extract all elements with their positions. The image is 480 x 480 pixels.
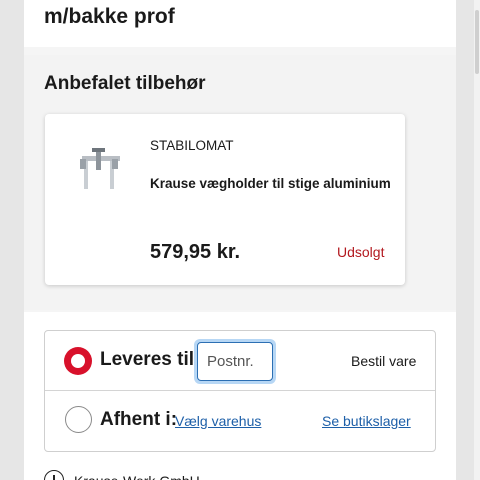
accessory-name[interactable]: Krause vægholder til stige aluminium: [150, 175, 391, 193]
postcode-field[interactable]: [194, 339, 276, 384]
accessories-heading: Anbefalet tilbehør: [44, 73, 206, 94]
product-title: m/bakke prof: [44, 5, 175, 28]
pickup-radio[interactable]: [65, 406, 92, 433]
scrollbar[interactable]: [474, 0, 480, 480]
order-item-label: Bestil vare: [351, 353, 417, 369]
deliver-label[interactable]: Leveres til:: [100, 348, 200, 372]
postcode-input[interactable]: [197, 342, 273, 381]
scrollbar-thumb[interactable]: [475, 10, 479, 74]
pickup-label[interactable]: Afhent i:: [100, 408, 177, 432]
see-store-stock-link[interactable]: Se butikslager: [322, 412, 411, 430]
accessory-price: 579,95 kr.: [150, 241, 241, 263]
choose-store-link[interactable]: Vælg varehus: [175, 412, 261, 430]
wall-bracket-image[interactable]: [72, 144, 128, 194]
delivery-divider: [45, 390, 435, 391]
accessory-brand: STABILOMAT: [150, 138, 234, 153]
supplier-name: Krause-Werk GmbH: [74, 472, 200, 480]
stock-status-badge: Udsolgt: [337, 244, 385, 260]
deliver-radio[interactable]: [64, 347, 92, 375]
